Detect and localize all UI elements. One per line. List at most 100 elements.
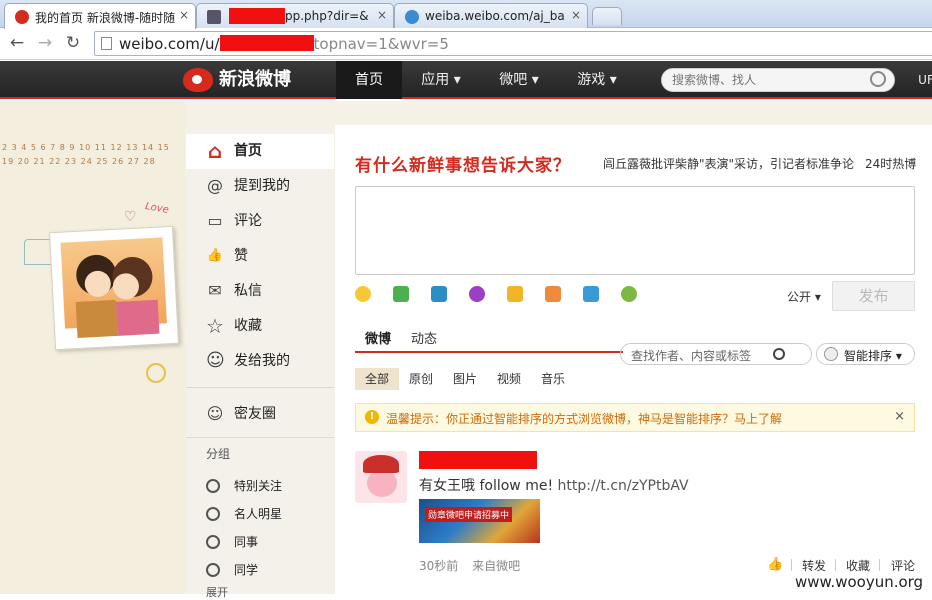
subtab-music[interactable]: 音乐: [533, 368, 573, 390]
nav-apps[interactable]: 应用 ▾: [408, 61, 474, 99]
search-box[interactable]: [661, 68, 895, 92]
weiba-favicon-icon: [405, 10, 419, 24]
publish-button[interactable]: 发布: [832, 281, 915, 311]
sort-icon: [824, 347, 838, 361]
notice-text[interactable]: 温馨提示：你正通过智能排序的方式浏览微博，神马是智能排序？马上了解: [386, 412, 782, 426]
sidebar-divider: [186, 437, 334, 438]
weibo-top-nav: 新浪微博 首页 应用 ▾ 微吧 ▾ 游戏 ▾ UF: [0, 61, 932, 99]
tab-activity[interactable]: 动态: [411, 328, 437, 347]
main-content: 有什么新鲜事想告诉大家？ 闾丘露薇批评柴静"表演"采访，引记者标准争论 24时热…: [335, 125, 932, 594]
favorite-button[interactable]: 收藏: [846, 557, 870, 574]
visibility-dropdown[interactable]: 公开 ▾: [787, 288, 821, 305]
event-icon[interactable]: [583, 286, 599, 302]
calendar-row: 2 3 4 5 6 7 8 9 10 11 12 13 14 15: [2, 143, 170, 152]
group-label: 同事: [234, 535, 259, 549]
post-source[interactable]: 来自微吧: [472, 559, 520, 573]
sidebar-item-label: 密友圈: [234, 406, 276, 422]
compose-textarea[interactable]: [355, 186, 915, 275]
sidebar-item-comments[interactable]: ▭ 评论: [186, 204, 334, 239]
post-meta: 30秒前 来自微吧: [419, 557, 520, 574]
group-circle-icon: [206, 507, 220, 521]
sidebar-item-label: 评论: [234, 213, 262, 229]
sidebar-item-home[interactable]: ⌂ 首页: [186, 134, 334, 169]
back-arrow-icon[interactable]: ←: [6, 32, 28, 54]
home-icon: ⌂: [207, 139, 223, 163]
sort-label: 智能排序 ▾: [844, 349, 902, 363]
subtab-original[interactable]: 原创: [401, 368, 441, 390]
group-item[interactable]: 同事: [186, 528, 334, 556]
music-icon[interactable]: [469, 286, 485, 302]
sidebar-item-messages[interactable]: ✉ 私信: [186, 274, 334, 309]
redacted-block: [229, 8, 285, 24]
post-text: 有女王哦 follow me! http://t.cn/zYPtbAV: [419, 475, 689, 495]
group-section-title: 分组: [206, 447, 231, 461]
sidebar-item-label: 收藏: [234, 318, 262, 334]
reload-icon[interactable]: ↻: [62, 32, 84, 54]
weibo-logo[interactable]: 新浪微博: [183, 66, 291, 94]
hot-topic-link[interactable]: 闾丘露薇批评柴静"表演"采访，引记者标准争论: [603, 155, 854, 172]
sidebar-item-label: 私信: [234, 283, 262, 299]
emoji-icon[interactable]: [355, 286, 371, 302]
search-icon[interactable]: [870, 71, 886, 87]
repost-button[interactable]: 转发: [802, 557, 826, 574]
like-icon[interactable]: 👍: [767, 557, 783, 572]
groups-expand-link[interactable]: 展开: [206, 584, 228, 600]
group-item[interactable]: 名人明星: [186, 500, 334, 528]
tab-close-icon[interactable]: ×: [377, 8, 387, 22]
action-divider: [791, 559, 792, 571]
video-icon[interactable]: [431, 286, 447, 302]
left-sidebar: ⌂ 首页 @ 提到我的 ▭ 评论 👍 赞 ✉ 私信 ☆ 收藏 ☺ 发给我的 ☺: [186, 125, 334, 599]
close-icon[interactable]: ×: [894, 409, 905, 424]
image-icon[interactable]: [393, 286, 409, 302]
smart-sort-dropdown[interactable]: 智能排序 ▾: [816, 343, 915, 365]
nav-home[interactable]: 首页: [336, 61, 402, 99]
avatar[interactable]: [355, 451, 407, 503]
browser-tab-weibo-home[interactable]: 我的首页 新浪微博-随时随 ×: [4, 3, 196, 29]
page-favicon-icon: [207, 10, 221, 24]
sidebar-item-likes[interactable]: 👍 赞: [186, 239, 334, 274]
subtab-videos[interactable]: 视频: [489, 368, 529, 390]
couple-photo: [48, 225, 180, 351]
group-item[interactable]: 特别关注: [186, 472, 334, 500]
feed-filter-input[interactable]: 查找作者、内容或标签: [620, 343, 812, 365]
more-icon[interactable]: [621, 286, 637, 302]
logo-text: 新浪微博: [219, 69, 291, 90]
sidebar-item-mentions[interactable]: @ 提到我的: [186, 169, 334, 204]
tab-title: 我的首页 新浪微博-随时随: [35, 11, 176, 25]
weibo-favicon-icon: [15, 10, 29, 24]
warning-icon: !: [365, 410, 379, 424]
subtab-all[interactable]: 全部: [355, 368, 399, 390]
sidebar-item-label: 首页: [234, 143, 262, 159]
browser-tab-bar: 我的首页 新浪微博-随时随 × pp.php?dir=& × weiba.wei…: [0, 0, 932, 29]
group-item[interactable]: 同学: [186, 556, 334, 584]
url-input[interactable]: weibo.com/u/topnav=1&wvr=5: [94, 31, 932, 56]
browser-tab-weiba[interactable]: weiba.weibo.com/aj_ba ×: [394, 3, 588, 28]
sidebar-item-sent-to-me[interactable]: ☺ 发给我的: [186, 344, 334, 379]
new-tab-button[interactable]: [592, 7, 622, 25]
vote-icon[interactable]: [545, 286, 561, 302]
post-time[interactable]: 30秒前: [419, 559, 458, 573]
url-query: topnav=1&wvr=5: [313, 35, 449, 53]
forward-arrow-icon[interactable]: →: [34, 32, 56, 54]
hot-label[interactable]: 24时热博: [865, 155, 916, 172]
sidebar-item-label: 发给我的: [234, 353, 290, 369]
at-icon: @: [207, 176, 223, 195]
post-image[interactable]: 勋章微吧申请招募中: [419, 499, 540, 543]
sidebar-item-favorites[interactable]: ☆ 收藏: [186, 309, 334, 344]
search-input[interactable]: [672, 73, 862, 87]
nav-user-clipped[interactable]: UF: [916, 61, 932, 99]
nav-weiba[interactable]: 微吧 ▾: [486, 61, 552, 99]
redacted-username[interactable]: [419, 451, 537, 469]
post-link[interactable]: http://t.cn/zYPtbAV: [558, 478, 689, 494]
search-icon[interactable]: [773, 348, 785, 360]
nav-games[interactable]: 游戏 ▾: [564, 61, 630, 99]
topic-icon[interactable]: [507, 286, 523, 302]
tab-weibo[interactable]: 微博: [365, 328, 391, 347]
tab-close-icon[interactable]: ×: [571, 8, 581, 22]
sidebar-item-friends-circle[interactable]: ☺ 密友圈: [186, 397, 334, 432]
comment-button[interactable]: 评论: [891, 557, 915, 574]
browser-tab-php[interactable]: pp.php?dir=& ×: [196, 3, 394, 28]
action-divider: [835, 559, 836, 571]
tab-close-icon[interactable]: ×: [179, 8, 189, 22]
subtab-images[interactable]: 图片: [445, 368, 485, 390]
